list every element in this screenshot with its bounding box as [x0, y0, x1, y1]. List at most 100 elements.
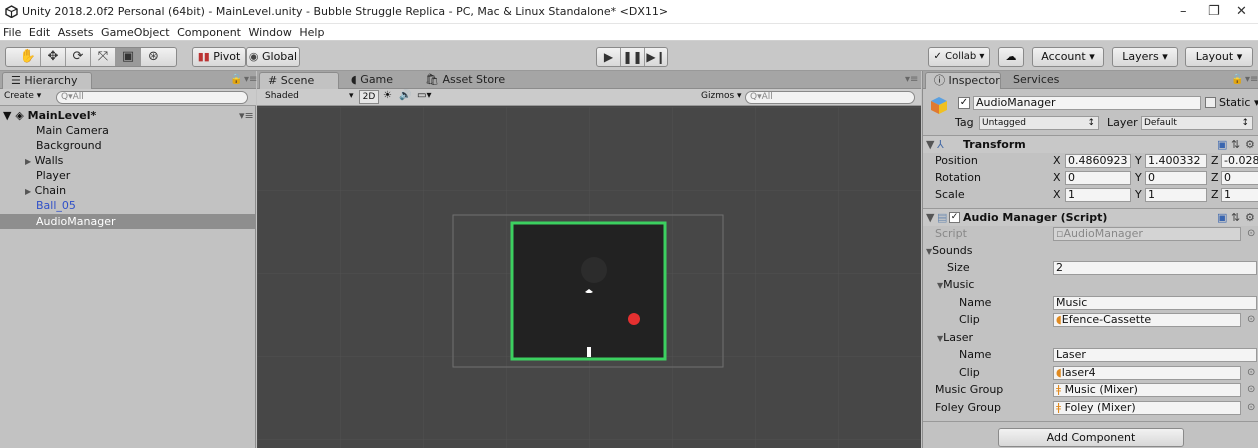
- add-component-button[interactable]: Add Component: [998, 428, 1184, 447]
- shading-mode-dropdown[interactable]: Shaded: [265, 91, 299, 101]
- pivot-button[interactable]: ▮▮ Pivot: [192, 47, 246, 67]
- object-picker-icon[interactable]: ⊙: [1247, 367, 1255, 378]
- static-checkbox[interactable]: [1205, 97, 1216, 108]
- 2d-toggle[interactable]: 2D: [359, 90, 379, 104]
- static-label[interactable]: Static ▾: [1219, 96, 1258, 109]
- help-book-icon[interactable]: ▣: [1217, 211, 1227, 224]
- tab-game[interactable]: ◖ Game: [343, 72, 401, 89]
- player-sprite[interactable]: [587, 347, 591, 357]
- rect-tool-icon[interactable]: ▣: [116, 48, 141, 66]
- panel-menu-icon[interactable]: ▾≡: [905, 74, 918, 85]
- menu-gameobject[interactable]: GameObject: [101, 26, 170, 39]
- audio-manager-header[interactable]: ▼ ▤ ✓ Audio Manager (Script) ▣ ⇅ ⚙: [923, 208, 1258, 226]
- position-z-field[interactable]: -0.0281404: [1221, 154, 1258, 168]
- help-book-icon[interactable]: ▣: [1217, 138, 1227, 151]
- scale-tool-icon[interactable]: ⤧: [91, 48, 116, 66]
- panel-menu-icon[interactable]: ▾≡: [1245, 74, 1258, 85]
- object-picker-icon[interactable]: ⊙: [1247, 314, 1255, 325]
- position-x-field[interactable]: 0.4860923: [1065, 154, 1131, 168]
- lock-icon[interactable]: 🔒: [1231, 74, 1243, 85]
- size-field[interactable]: 2: [1053, 261, 1257, 275]
- hierarchy-item-main-camera[interactable]: Main Camera: [0, 123, 255, 138]
- global-button[interactable]: ◉ Global: [246, 47, 300, 67]
- scene-root-row[interactable]: ▼ ◈ MainLevel* ▾≡: [3, 108, 258, 123]
- rotation-x-field[interactable]: 0: [1065, 171, 1131, 185]
- menu-assets[interactable]: Assets: [58, 26, 94, 39]
- transform-tool-icon[interactable]: ⊛: [141, 48, 166, 66]
- hierarchy-search-input[interactable]: Q▾All: [56, 91, 248, 104]
- music-foldout[interactable]: ▼Music: [937, 278, 974, 291]
- lock-icon[interactable]: 🔒: [230, 74, 242, 85]
- menu-component[interactable]: Component: [177, 26, 241, 39]
- create-dropdown[interactable]: Create ▾: [4, 91, 41, 101]
- gear-icon[interactable]: ⚙: [1245, 138, 1255, 151]
- minimize-button[interactable]: –: [1180, 4, 1187, 19]
- sounds-foldout[interactable]: ▼Sounds: [926, 244, 973, 257]
- rotation-z-field[interactable]: 0: [1221, 171, 1258, 185]
- component-enabled-checkbox[interactable]: ✓: [949, 212, 960, 223]
- layout-dropdown[interactable]: Layout ▾: [1185, 47, 1253, 67]
- tab-inspector[interactable]: ⓘ Inspector: [925, 72, 1001, 89]
- expand-arrow-icon[interactable]: ▶: [0, 157, 31, 166]
- tab-hierarchy[interactable]: ☰ Hierarchy: [2, 72, 92, 89]
- tab-scene[interactable]: # Scene: [259, 72, 339, 89]
- hierarchy-item-background[interactable]: Background: [0, 138, 255, 153]
- effects-dropdown-icon[interactable]: ▭▾: [417, 90, 431, 101]
- laser-foldout[interactable]: ▼Laser: [937, 331, 973, 344]
- active-checkbox[interactable]: ✓: [958, 97, 970, 109]
- cloud-button[interactable]: ☁: [998, 47, 1024, 67]
- laser-name-field[interactable]: Laser: [1053, 348, 1257, 362]
- hierarchy-item-ball05[interactable]: Ball_05: [0, 198, 255, 213]
- hierarchy-item-walls[interactable]: ▶ Walls: [0, 153, 255, 168]
- menu-help[interactable]: Help: [299, 26, 324, 39]
- hierarchy-item-audiomanager[interactable]: AudioManager: [0, 214, 255, 229]
- hierarchy-item-chain[interactable]: ▶ Chain: [0, 183, 255, 198]
- object-picker-icon[interactable]: ⊙: [1247, 384, 1255, 395]
- scene-menu-icon[interactable]: ▾≡: [239, 108, 254, 123]
- panel-menu-icon[interactable]: ▾≡: [244, 74, 257, 85]
- scale-y-field[interactable]: 1: [1145, 188, 1207, 202]
- menu-file[interactable]: File: [3, 26, 21, 39]
- music-group-field[interactable]: ǂ Music (Mixer): [1053, 383, 1241, 397]
- step-icon[interactable]: ▶❙: [645, 48, 667, 66]
- foley-group-field[interactable]: ǂ Foley (Mixer): [1053, 401, 1241, 415]
- preset-icon[interactable]: ⇅: [1231, 211, 1240, 224]
- maximize-button[interactable]: ❐: [1208, 4, 1220, 19]
- music-name-field[interactable]: Music: [1053, 296, 1257, 310]
- scene-viewport[interactable]: [257, 107, 921, 448]
- object-name-field[interactable]: AudioManager: [973, 96, 1201, 110]
- music-clip-field[interactable]: ◖Efence-Cassette: [1053, 313, 1241, 327]
- rotate-tool-icon[interactable]: ⟳: [66, 48, 91, 66]
- object-picker-icon[interactable]: ⊙: [1247, 228, 1255, 239]
- rotation-y-field[interactable]: 0: [1145, 171, 1207, 185]
- position-y-field[interactable]: 1.400332: [1145, 154, 1207, 168]
- tab-asset-store[interactable]: 🛍 Asset Store: [417, 72, 513, 89]
- ball-sprite[interactable]: [628, 313, 640, 325]
- layers-dropdown[interactable]: Layers ▾: [1112, 47, 1178, 67]
- scene-search-input[interactable]: Q▾All: [745, 91, 915, 104]
- laser-clip-field[interactable]: ◖laser4: [1053, 366, 1241, 380]
- hand-tool-icon[interactable]: ✋: [16, 48, 41, 66]
- hierarchy-item-player[interactable]: Player: [0, 168, 255, 183]
- audio-toggle-icon[interactable]: 🔊: [399, 90, 411, 101]
- layer-dropdown[interactable]: Default ↕: [1141, 116, 1253, 130]
- menu-window[interactable]: Window: [249, 26, 292, 39]
- close-button[interactable]: ✕: [1236, 4, 1247, 19]
- tab-services[interactable]: Services: [1005, 72, 1067, 89]
- play-icon[interactable]: ▶: [597, 48, 621, 66]
- gizmos-dropdown[interactable]: Gizmos ▾: [701, 91, 742, 101]
- menu-edit[interactable]: Edit: [29, 26, 50, 39]
- pause-icon[interactable]: ❚❚: [621, 48, 645, 66]
- move-tool-icon[interactable]: ✥: [41, 48, 66, 66]
- tag-dropdown[interactable]: Untagged ↕: [979, 116, 1099, 130]
- gear-icon[interactable]: ⚙: [1245, 211, 1255, 224]
- collab-button[interactable]: ✓ Collab ▾: [928, 47, 990, 67]
- lighting-toggle-icon[interactable]: ☀: [383, 90, 392, 101]
- object-picker-icon[interactable]: ⊙: [1247, 402, 1255, 413]
- account-dropdown[interactable]: Account ▾: [1032, 47, 1104, 67]
- scale-z-field[interactable]: 1: [1221, 188, 1258, 202]
- expand-arrow-icon[interactable]: ▶: [0, 187, 31, 196]
- scale-x-field[interactable]: 1: [1065, 188, 1131, 202]
- transform-header[interactable]: ▼ ⅄ Transform ▣ ⇅ ⚙: [923, 135, 1258, 153]
- preset-icon[interactable]: ⇅: [1231, 138, 1240, 151]
